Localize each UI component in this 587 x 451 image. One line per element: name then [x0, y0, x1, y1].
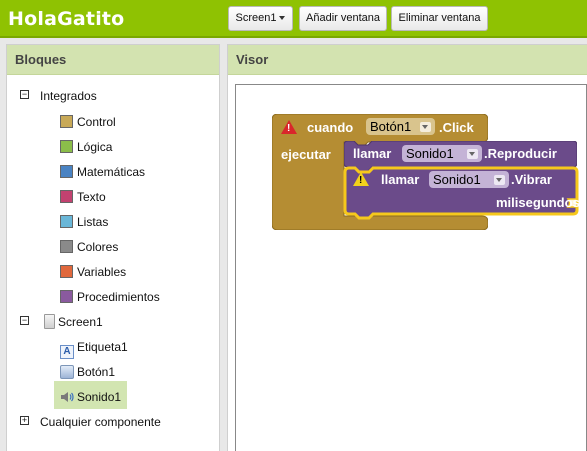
drawer-procedures[interactable]: Procedimientos — [60, 286, 160, 308]
swatch-math-icon — [60, 165, 73, 178]
chevron-down-icon — [467, 149, 478, 159]
viewer-panel: Visor — [227, 44, 587, 451]
tree-item-button1[interactable]: Botón1 — [60, 361, 115, 383]
tree-item-label: Sonido1 — [77, 390, 122, 404]
tree-item-any-component[interactable]: Cualquier componente — [40, 411, 161, 433]
tree-item-label: Screen1 — [58, 315, 103, 329]
app-title: HolaGatito — [8, 8, 125, 30]
swatch-control-icon — [60, 115, 73, 128]
drawer-label: Matemáticas — [77, 165, 146, 179]
collapse-builtin-toggle[interactable]: − — [20, 90, 29, 99]
tree-item-label1[interactable]: A Etiqueta1 — [60, 336, 128, 359]
drawer-control[interactable]: Control — [60, 111, 116, 133]
call1-component-dropdown[interactable]: Sonido1 — [402, 145, 482, 162]
event-name: .Click — [439, 120, 474, 135]
call-block-sound1-vibrate[interactable]: ! llamar Sonido1 .Vibrar milisegundos — [343, 166, 580, 220]
drawer-label: Procedimientos — [77, 290, 160, 304]
button-icon — [60, 365, 74, 379]
swatch-text-icon — [60, 190, 73, 203]
call-keyword: llamar — [381, 172, 420, 187]
dropdown-value: Botón1 — [370, 119, 412, 134]
chevron-down-icon — [494, 175, 505, 185]
expand-any-component-toggle[interactable]: + — [20, 416, 29, 425]
add-screen-button[interactable]: Añadir ventana — [299, 6, 387, 31]
label-icon: A — [60, 345, 74, 359]
viewer-panel-title: Visor — [228, 45, 587, 75]
screen-icon — [44, 314, 55, 329]
drawer-label: Lógica — [77, 140, 113, 154]
top-bar: HolaGatito Screen1 Añadir ventana Elimin… — [0, 0, 587, 38]
swatch-procedures-icon — [60, 290, 73, 303]
swatch-colors-icon — [60, 240, 73, 253]
swatch-lists-icon — [60, 215, 73, 228]
call2-param-label: milisegundos — [496, 195, 580, 210]
tree-item-label: Etiqueta1 — [77, 340, 128, 354]
blocks-panel-title: Bloques — [7, 45, 219, 75]
call1-method: .Reproducir — [484, 146, 557, 161]
call2-method: .Vibrar — [511, 172, 552, 187]
swatch-logic-icon — [60, 140, 73, 153]
drawer-variables[interactable]: Variables — [60, 261, 126, 283]
event-component-dropdown[interactable]: Botón1 — [366, 118, 435, 135]
collapse-screen-toggle[interactable]: − — [20, 316, 29, 325]
sound-icon — [60, 389, 74, 403]
drawer-lists[interactable]: Listas — [60, 211, 108, 233]
drawer-label: Texto — [77, 190, 106, 204]
drawer-label: Listas — [77, 215, 109, 229]
tree-item-builtin[interactable]: Integrados — [40, 85, 97, 107]
chevron-down-icon — [420, 122, 431, 132]
call-keyword: llamar — [353, 146, 392, 161]
chevron-down-icon — [279, 16, 286, 21]
drawer-text[interactable]: Texto — [60, 186, 106, 208]
drawer-colors[interactable]: Colores — [60, 236, 118, 258]
event-do-label: ejecutar — [281, 147, 331, 162]
dropdown-value: Sonido1 — [433, 172, 481, 187]
screen-select-label: Screen1 — [235, 12, 277, 24]
drawer-label: Variables — [77, 265, 127, 279]
tree-item-label: Botón1 — [77, 365, 116, 379]
tree-item-screen[interactable]: Screen1 — [44, 311, 103, 333]
dropdown-value: Sonido1 — [406, 146, 454, 161]
remove-screen-button[interactable]: Eliminar ventana — [391, 6, 488, 31]
call2-component-dropdown[interactable]: Sonido1 — [429, 171, 509, 188]
drawer-label: Control — [77, 115, 116, 129]
event-keyword: cuando — [307, 120, 354, 135]
warning-icon[interactable]: ! — [353, 172, 369, 186]
error-icon[interactable]: ! — [281, 120, 297, 134]
drawer-logic[interactable]: Lógica — [60, 136, 112, 158]
drawer-math[interactable]: Matemáticas — [60, 161, 145, 183]
blocks-panel: Bloques − Integrados Control Lógica Mate… — [6, 44, 220, 451]
swatch-variables-icon — [60, 265, 73, 278]
screen-select-button[interactable]: Screen1 — [228, 6, 293, 31]
tree-item-sound1[interactable]: Sonido1 — [60, 386, 121, 408]
drawer-label: Colores — [77, 240, 119, 254]
call-block-sound1-play[interactable]: llamar Sonido1 .Reproducir — [344, 141, 577, 171]
